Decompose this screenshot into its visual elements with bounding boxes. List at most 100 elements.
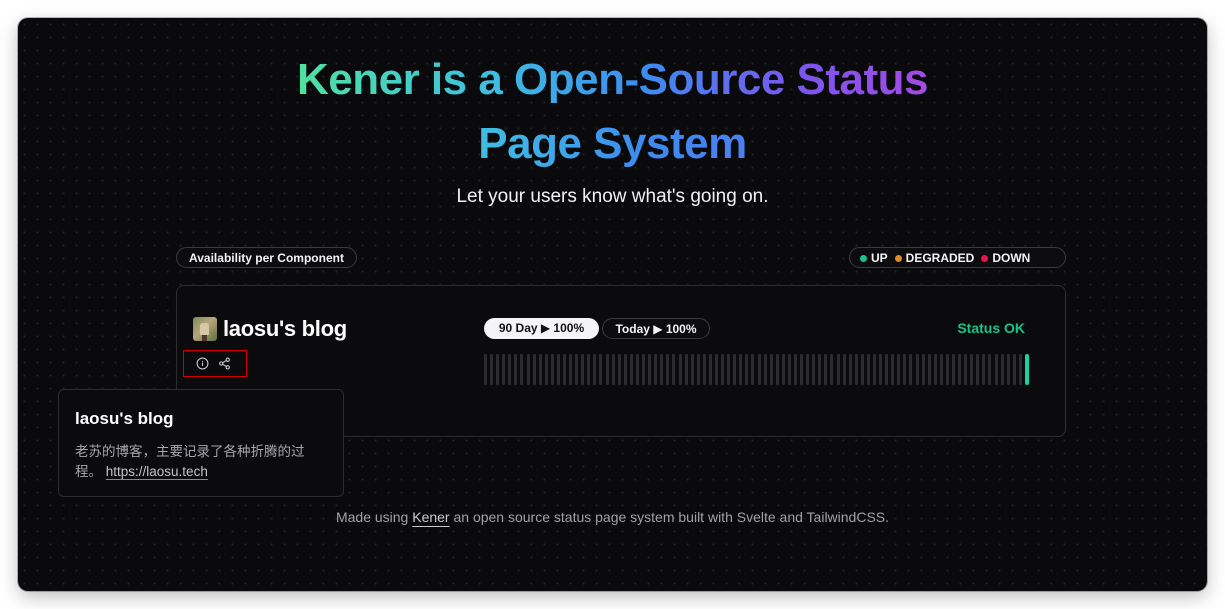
uptime-bar[interactable] [860,354,864,385]
uptime-bar[interactable] [775,354,779,385]
availability-label: Availability per Component [176,247,357,268]
uptime-bar[interactable] [490,354,494,385]
uptime-bar[interactable] [982,354,986,385]
footer-kener-link[interactable]: Kener [412,509,449,525]
uptime-bar[interactable] [611,354,615,385]
uptime-bar[interactable] [958,354,962,385]
uptime-bar[interactable] [623,354,627,385]
uptime-bar[interactable] [733,354,737,385]
uptime-bar[interactable] [818,354,822,385]
uptime-bar[interactable] [763,354,767,385]
uptime-bar[interactable] [648,354,652,385]
uptime-bar[interactable] [897,354,901,385]
uptime-bar[interactable] [599,354,603,385]
uptime-bar[interactable] [508,354,512,385]
uptime-bar[interactable] [793,354,797,385]
uptime-bar[interactable] [605,354,609,385]
uptime-bar[interactable] [526,354,530,385]
uptime-bar[interactable] [581,354,585,385]
uptime-bar[interactable] [988,354,992,385]
uptime-bar[interactable] [1006,354,1010,385]
uptime-bar[interactable] [909,354,913,385]
uptime-bar[interactable] [721,354,725,385]
uptime-bar[interactable] [842,354,846,385]
uptime-bar[interactable] [496,354,500,385]
uptime-bar[interactable] [514,354,518,385]
uptime-bar[interactable] [727,354,731,385]
uptime-bar[interactable] [800,354,804,385]
tooltip-link[interactable]: https://laosu.tech [106,464,208,479]
uptime-bar[interactable] [751,354,755,385]
uptime-bar[interactable] [1012,354,1016,385]
uptime-bar[interactable] [642,354,646,385]
uptime-bar[interactable] [678,354,682,385]
uptime-bar[interactable] [550,354,554,385]
uptime-bar[interactable] [745,354,749,385]
uptime-bar[interactable] [933,354,937,385]
uptime-bar[interactable] [1018,354,1022,385]
uptime-bar[interactable] [939,354,943,385]
uptime-bar[interactable] [532,354,536,385]
uptime-bar[interactable] [556,354,560,385]
uptime-bar[interactable] [921,354,925,385]
uptime-bar[interactable] [708,354,712,385]
uptime-bar[interactable] [885,354,889,385]
uptime-bar[interactable] [575,354,579,385]
legend-label-degraded: DEGRADED [905,251,975,265]
range-90-day-button[interactable]: 90 Day ▶ 100% [484,318,599,339]
uptime-bar-today[interactable] [1024,354,1029,385]
info-icon[interactable] [196,357,210,371]
uptime-bar[interactable] [787,354,791,385]
uptime-bar[interactable] [879,354,883,385]
footer-prefix: Made using [335,509,409,525]
uptime-bar[interactable] [654,354,658,385]
uptime-bar[interactable] [854,354,858,385]
uptime-bar[interactable] [666,354,670,385]
uptime-bar[interactable] [690,354,694,385]
uptime-bar[interactable] [635,354,639,385]
uptime-bar[interactable] [739,354,743,385]
uptime-bar[interactable] [757,354,761,385]
share-icon[interactable] [218,357,232,371]
uptime-bar[interactable] [976,354,980,385]
uptime-bar[interactable] [769,354,773,385]
uptime-bar[interactable] [660,354,664,385]
uptime-bar[interactable] [830,354,834,385]
uptime-bar[interactable] [538,354,542,385]
uptime-bar[interactable] [994,354,998,385]
uptime-bar[interactable] [684,354,688,385]
uptime-bar[interactable] [484,354,487,385]
uptime-bar[interactable] [866,354,870,385]
uptime-bar[interactable] [891,354,895,385]
uptime-bar[interactable] [702,354,706,385]
uptime-bar[interactable] [520,354,524,385]
uptime-bar[interactable] [812,354,816,385]
uptime-bar[interactable] [952,354,956,385]
uptime-bar[interactable] [629,354,633,385]
uptime-bar[interactable] [824,354,828,385]
uptime-bar[interactable] [836,354,840,385]
range-today-button[interactable]: Today ▶ 100% [602,318,710,339]
uptime-bar[interactable] [569,354,573,385]
uptime-bar[interactable] [781,354,785,385]
uptime-bar[interactable] [964,354,968,385]
uptime-bar[interactable] [970,354,974,385]
uptime-bar[interactable] [563,354,567,385]
uptime-bar[interactable] [714,354,718,385]
uptime-bar[interactable] [593,354,597,385]
uptime-bar[interactable] [1000,354,1004,385]
uptime-bar[interactable] [848,354,852,385]
uptime-bar[interactable] [903,354,907,385]
uptime-bar[interactable] [617,354,621,385]
uptime-bar[interactable] [945,354,949,385]
uptime-bar[interactable] [915,354,919,385]
uptime-bar[interactable] [696,354,700,385]
uptime-bar[interactable] [873,354,876,385]
uptime-bar[interactable] [672,354,676,385]
uptime-bar[interactable] [587,354,591,385]
uptime-bar[interactable] [502,354,506,385]
monitor-status: Status OK [957,320,1025,336]
uptime-bar[interactable] [806,354,810,385]
uptime-bar[interactable] [927,354,931,385]
uptime-bar[interactable] [544,354,548,385]
